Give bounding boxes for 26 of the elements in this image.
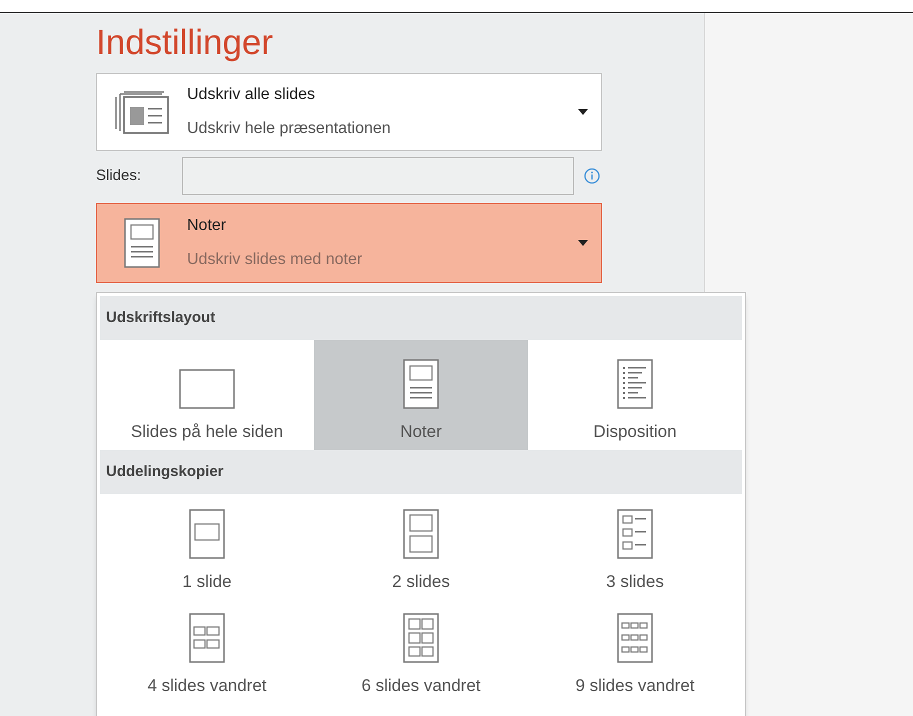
dropdown-description: Udskriv hele præsentationen	[187, 119, 392, 139]
field-label: Slides:	[96, 166, 142, 186]
slides-stack-icon	[114, 89, 170, 135]
menu-section-heading: Uddelingskopier	[100, 450, 742, 494]
dropdown-button[interactable]: Udskriv alle slides Udskriv hele præsentationen	[96, 73, 602, 151]
outline-page-icon	[617, 358, 653, 408]
handout-page-icon	[189, 508, 225, 558]
dropdown-label: Udskriv alle slides	[187, 85, 316, 105]
layout-option[interactable]: Noter	[314, 340, 528, 450]
notes-page-icon	[124, 218, 160, 268]
menu-section-heading: Udskriftslayout	[100, 296, 742, 340]
handout-page-icon	[403, 508, 439, 558]
dropdown-label: Noter	[187, 216, 228, 236]
handout-page-icon	[617, 612, 653, 662]
slides-input[interactable]	[182, 157, 574, 195]
handout-page-icon	[617, 508, 653, 558]
slide-icon	[179, 368, 235, 408]
dropdown-description: Udskriv slides med noter	[187, 250, 364, 270]
caret-icon	[578, 109, 588, 115]
info-icon[interactable]	[584, 168, 600, 184]
handout-page-icon	[403, 612, 439, 662]
handout-page-icon	[189, 612, 225, 662]
dropdown-button[interactable]: Noter Udskriv slides med noter	[96, 203, 602, 283]
section-title: Indstillinger	[96, 22, 274, 64]
caret-icon	[578, 240, 588, 246]
notes-page-icon	[403, 358, 439, 408]
